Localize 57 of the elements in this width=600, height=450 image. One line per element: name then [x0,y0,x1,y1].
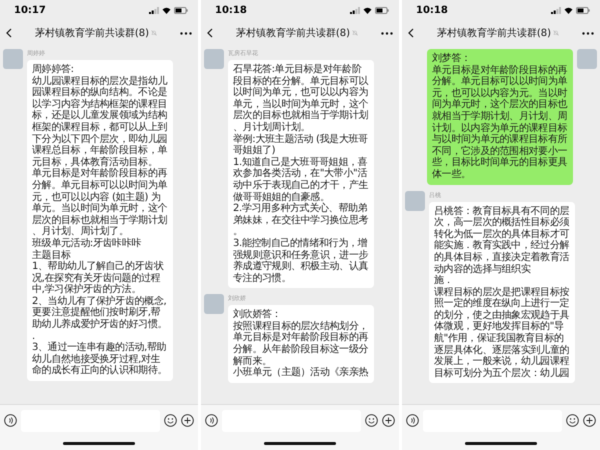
message-text: 吕桃答：教育目标具有不同的层次，高一层次的概括性目标必须转化为低一层次的具体目标才可能实施．教育实践中，经过分解的具体目标，直接决定着教育活动内容的选择与组织实 [434,206,570,274]
chat-title: 茅村镇教育学前共读群(8) [34,26,150,40]
home-indicator [63,442,135,444]
message-text: 3、通过一连串有趣的活动,帮助幼儿自然地接受换牙过程,对生命的成长有正向的认识和期待。 [32,342,168,378]
message-text: 1、帮助幼儿了解自己的牙齿状况,在探究有关牙齿问题的过程中,学习保护牙齿的方法。 [32,261,164,296]
message-text: 班级单元活动:牙齿咔咔咔 [32,238,142,250]
voice-icon[interactable] [205,414,218,427]
muted-bell-icon [151,30,158,36]
home-indicator [264,442,336,444]
battery-icon [576,6,590,14]
message-text: 施． [434,275,454,287]
message-text: 幼儿园课程目标的层次是指幼儿园课程目标的纵向结构。不论是以学习内容为结构框架的课程目标，还是以儿童发展领域为结构框架的课程目标，都可以从上到下分为以下四个层次，即幼儿园课程总目标，年龄阶段目标，单元目标，具体教育活动目标。 [32,76,168,168]
message-text: 石旱花答:单元目标是对年龄阶段目标的在分解。单元目标可以以时间为单元，也可以以内容为单元，当以时间为单元时，这个层次的目标也就相当于学期计划、月计划周计划。 [233,64,369,134]
voice-icon[interactable] [406,414,419,427]
message-text: 刘梦答： [432,53,472,64]
message-text: 2、当幼儿有了保护牙齿的概念,更要注意提醒他们按时刷牙,帮助幼儿养成爱护牙齿的好习惯。. [32,296,168,342]
wifi-icon [162,6,171,14]
message-text: 1.知道自己是大班哥哥姐姐，喜欢参加各类活动，在"大带小"活动中乐于表现自己的才干，产生做哥哥姐姐的自豪感。 [233,156,369,203]
message-text: 小班单元（主题）活动《亲亲热 [233,367,369,379]
plus-icon[interactable] [181,414,194,427]
wifi-icon [564,6,573,14]
plus-icon[interactable] [382,414,395,427]
chat-title: 茅村镇教育学前共读群(8) [436,26,552,40]
voice-icon[interactable] [4,414,17,427]
back-icon[interactable] [408,28,414,38]
status-time: 10:18 [416,4,448,16]
message-text: 按照课程目标的层次结构划分，单元目标是对年龄阶段目标的再分解。从年龄阶段目标这一级分解而来。 [233,320,369,367]
message-text: 周婷婷答: [32,64,75,76]
emoji-icon[interactable] [365,414,378,427]
message-text: 刘欣娇答： [233,309,282,320]
message-text: 主题目标 [32,250,72,260]
home-indicator [465,442,537,444]
emoji-icon[interactable] [566,414,579,427]
message-text: 单元目标是对年龄阶段目标的再分解。单元目标可以以时间为单元，也可以以内容 (如主题) 为单元。当以时间为单元时，这个层次的目标也就相当于学期计划、月计划、周计划了。 [32,168,168,238]
status-time: 10:18 [215,4,247,16]
more-icon[interactable] [582,32,594,34]
muted-bell-icon [553,30,560,36]
back-icon[interactable] [207,28,213,38]
back-icon[interactable] [6,28,12,38]
chat-title: 茅村镇教育学前共读群(8) [236,26,350,40]
message-text: 单元目标是对年龄阶段目标的再分解。单元目标可以以时间为单元，也可以以内容为元。当以时间为单元时，这个层次的目标也就相当于学期计划、月计划、周计划。以内容为单元的课程目标与以时间为单元的课程目标有所不同，它涉及的范围相对要小一些，目标比时间单元的目标更具体一些。 [432,64,568,181]
more-icon[interactable] [380,32,393,34]
signal-icon [149,6,159,14]
muted-bell-icon [352,30,358,36]
message-text: 课程目标的层次是把课程目标按照一定的维度在纵向上进行一定的划分，使之由抽象宏观趋于具体微观，更好地发挥目标的"导航"作用，保证我国教育目标的逐层具体化、逐层落实到儿童的发展上，一般来说，幼儿园课程目标可划分为五个层次：幼儿园 [434,286,570,380]
message-text: 2.学习用多种方式关心、帮助弟弟妹妹，在交往中学习换位思考。 [233,203,369,238]
emoji-icon[interactable] [164,414,177,427]
message-text: 3.能控制自己的情绪和行为，增强规则意识和任务意识，进一步养成遵守规则、积极主动、认真专注的习惯。 [233,238,369,284]
message-text: 举例:大班主题活动 (我是大班哥哥姐姐了) [233,134,369,156]
battery-icon [375,6,389,14]
wifi-icon [363,6,372,14]
status-time: 10:17 [14,4,46,16]
plus-icon[interactable] [583,414,596,427]
more-icon[interactable] [180,32,192,34]
signal-icon [551,6,561,14]
battery-icon [174,6,188,14]
signal-icon [350,6,360,14]
